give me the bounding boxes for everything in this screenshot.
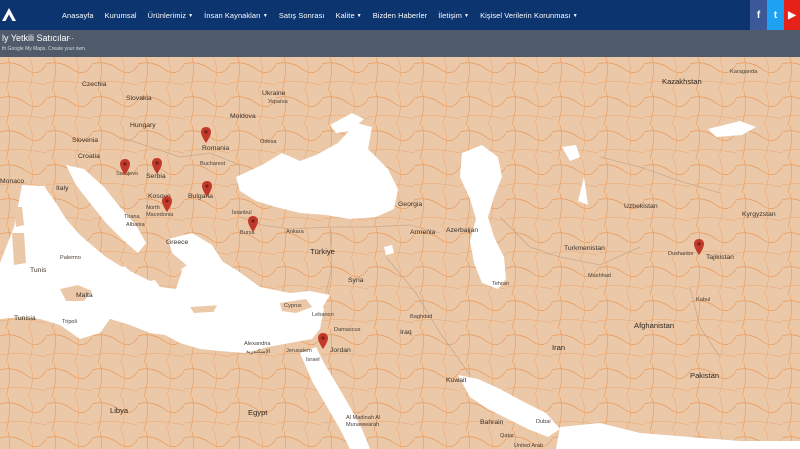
- label-qatar: Qatar: [500, 433, 514, 439]
- label-ankara: Ankara: [286, 229, 304, 235]
- label-karaganda: Karaganda: [730, 69, 758, 75]
- label-georgia: Georgia: [398, 201, 423, 208]
- label-tunis: Tunis: [30, 267, 47, 274]
- label-serbia: Serbia: [146, 173, 166, 180]
- label-uzbekistan: Uzbekistan: [624, 203, 658, 210]
- menu-item-anasayfa[interactable]: Anasayfa: [62, 11, 94, 20]
- label-odesa: Odesa: [260, 139, 277, 145]
- label-slovenia: Slovenia: [72, 137, 99, 144]
- chevron-down-icon: ▼: [188, 12, 194, 19]
- label-cyprus: Cyprus: [284, 303, 302, 309]
- label-hungary: Hungary: [130, 122, 156, 129]
- menu-item-iletisim[interactable]: İletişim ▼: [438, 11, 469, 20]
- label-libya: Libya: [110, 406, 129, 415]
- chevron-down-icon: ▼: [262, 12, 268, 19]
- label-al-madinah: Al Madinah Al Munawwarah: [346, 415, 381, 428]
- map-pin-icon[interactable]: [202, 181, 212, 197]
- label-tunisia: Tunisia: [14, 315, 36, 322]
- label-ukraine: Ukraine: [262, 90, 286, 97]
- map-pin-icon[interactable]: [201, 127, 211, 143]
- map-subtitle[interactable]: th Google My Maps. Create your own.: [2, 46, 86, 52]
- label-malta: Malta: [76, 292, 93, 299]
- label-egypt: Egypt: [248, 408, 268, 417]
- main-menu: Anasayfa Kurumsal Ürünlerimiz ▼ İnsan Kay…: [62, 0, 589, 30]
- label-iraq: Iraq: [400, 329, 412, 336]
- label-tripoli: Tripoli: [62, 319, 78, 325]
- menu-item-satis-sonrasi[interactable]: Satış Sonrası: [279, 11, 325, 20]
- chevron-down-icon: ▼: [356, 12, 362, 19]
- chevron-down-icon: ▼: [464, 12, 470, 19]
- youtube-icon[interactable]: ▶: [784, 0, 800, 30]
- label-alexandria: Alexandria: [244, 341, 271, 347]
- label-turkiye: Türkiye: [310, 247, 335, 256]
- company-logo[interactable]: [0, 0, 28, 30]
- menu-item-bizden-haberler[interactable]: Bizden Haberler: [373, 11, 428, 20]
- label-kazakhstan: Kazakhstan: [662, 77, 702, 86]
- map-header: [0, 30, 800, 57]
- label-azerbaijan: Azerbaijan: [446, 227, 479, 234]
- twitter-icon[interactable]: t: [767, 0, 784, 30]
- menu-item-urunlerimiz[interactable]: Ürünlerimiz ▼: [148, 11, 194, 20]
- label-bahrain: Bahrain: [480, 419, 504, 426]
- label-ukraine-native: Україна: [268, 99, 288, 105]
- map-pin-icon[interactable]: [248, 216, 258, 232]
- menu-item-kvkk[interactable]: Kişisel Verilerin Korunması ▼: [480, 11, 578, 20]
- label-dushanbe: Dushanbe: [668, 251, 694, 257]
- label-romania: Romania: [202, 145, 230, 152]
- label-armenia: Armenia: [410, 229, 436, 236]
- label-dubai: Dubai: [536, 419, 551, 425]
- chevron-down-icon: ▼: [572, 12, 578, 19]
- label-tehran: Tehran: [492, 281, 510, 287]
- map-pin-icon[interactable]: [162, 196, 172, 212]
- label-kuwait: Kuwait: [446, 377, 467, 384]
- label-greece: Greece: [166, 239, 189, 246]
- label-united-arab: United Arab: [514, 443, 544, 449]
- label-italy: Italy: [56, 185, 69, 192]
- label-lebanon: Lebanon: [312, 312, 334, 318]
- map-pin-icon[interactable]: [120, 159, 130, 175]
- label-alexandria-arabic: الإسكندرية: [246, 349, 271, 355]
- label-albania: Albania: [126, 222, 145, 228]
- label-jordan: Jordan: [330, 347, 351, 354]
- label-moldova: Moldova: [230, 113, 256, 120]
- top-nav-bar: Anasayfa Kurumsal Ürünlerimiz ▼ İnsan Kay…: [0, 0, 800, 30]
- menu-item-kalite[interactable]: Kalite ▼: [336, 11, 362, 20]
- label-jerusalem: Jerusalem: [286, 348, 312, 354]
- label-mashhad: Mashhad: [588, 273, 612, 279]
- label-kyrgyzstan: Kyrgyzstan: [742, 211, 776, 218]
- label-syria: Syria: [348, 277, 364, 284]
- label-iran: Iran: [552, 343, 566, 352]
- menu-item-insan-kaynaklari[interactable]: İnsan Kaynakları ▼: [204, 11, 268, 20]
- label-slovakia: Slovakia: [126, 95, 152, 102]
- label-afghanistan: Afghanistan: [634, 321, 675, 330]
- facebook-icon[interactable]: f: [750, 0, 767, 30]
- map-pin-icon[interactable]: [318, 333, 328, 349]
- label-bucharest: Bucharest: [200, 161, 226, 167]
- share-icon[interactable]: ⋯: [66, 34, 74, 43]
- label-kabul: Kabul: [696, 297, 711, 303]
- label-tajikistan: Tajikistan: [706, 254, 734, 261]
- label-tirana: Tirana: [124, 214, 140, 220]
- label-czechia: Czechia: [82, 81, 107, 88]
- label-pakistan: Pakistan: [690, 371, 720, 380]
- label-israel: Israel: [306, 357, 320, 363]
- label-turkmenistan: Turkmenistan: [564, 245, 605, 252]
- map-pin-icon[interactable]: [694, 239, 704, 255]
- label-damascus: Damascus: [334, 327, 361, 333]
- map-title: ly Yetkili Satıcılar: [2, 33, 70, 43]
- map-pin-icon[interactable]: [152, 158, 162, 174]
- label-baghdad: Baghdad: [410, 314, 433, 320]
- label-monaco: Monaco: [0, 178, 25, 185]
- google-my-map[interactable]: Czechia Slovakia Hungary Slovenia Croati…: [0, 57, 800, 449]
- menu-item-kurumsal[interactable]: Kurumsal: [105, 11, 137, 20]
- label-croatia: Croatia: [78, 153, 100, 160]
- label-palermo: Palermo: [60, 255, 81, 261]
